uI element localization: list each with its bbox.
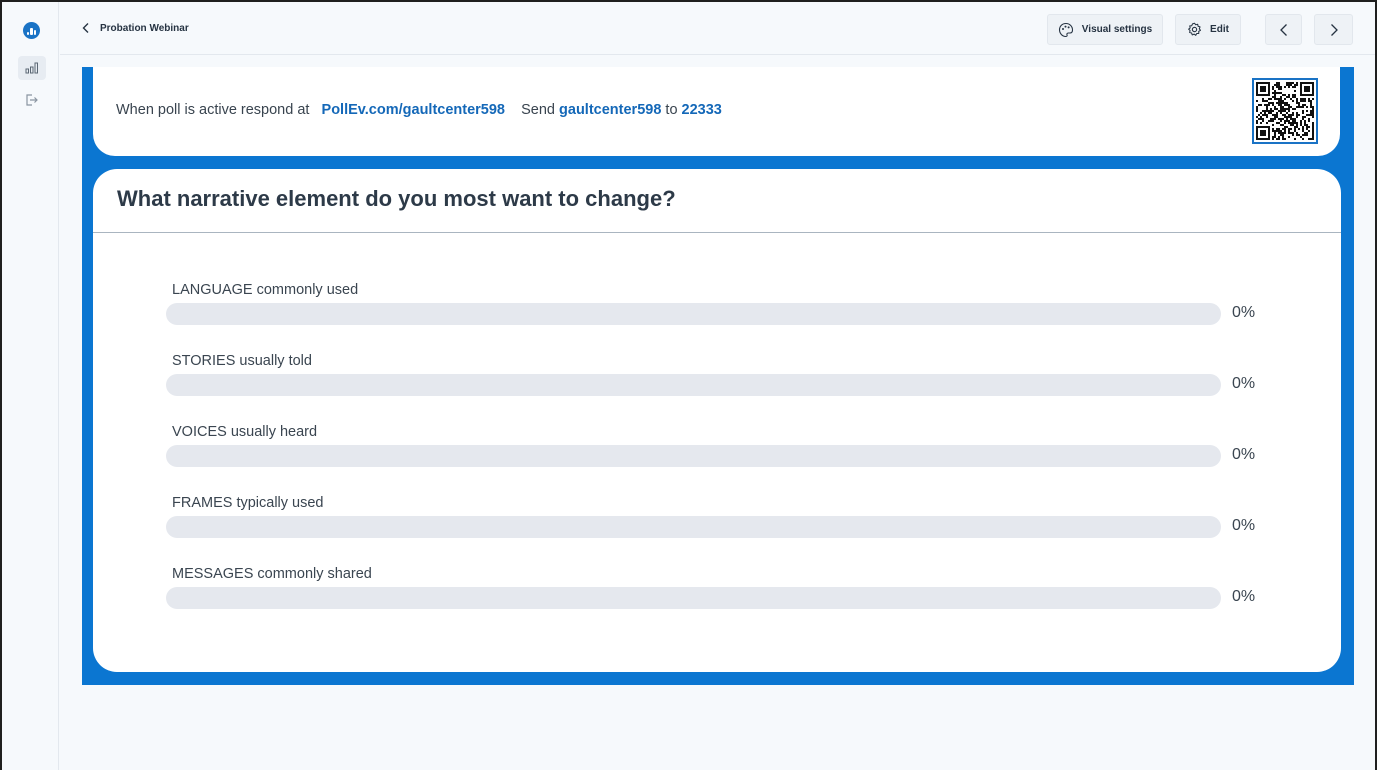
qr-code-icon[interactable] (1252, 78, 1318, 144)
text-number: 22333 (681, 102, 722, 118)
palette-icon (1058, 22, 1073, 37)
option-bar-track (166, 516, 1221, 538)
instructions-text: When poll is active respond at PollEv.co… (116, 102, 722, 118)
option-percent: 0% (1232, 375, 1256, 392)
option-percent: 0% (1232, 588, 1256, 605)
bar-chart-icon[interactable] (18, 56, 46, 80)
chevron-left-icon (82, 23, 89, 33)
visual-settings-label: Visual settings (1081, 24, 1153, 35)
edit-label: Edit (1210, 24, 1229, 35)
option-label: MESSAGES commonly shared (172, 566, 372, 582)
back-button[interactable]: Probation Webinar (82, 18, 189, 38)
next-button[interactable] (1314, 14, 1353, 45)
poll-option: MESSAGES commonly shared 0% (166, 566, 1326, 616)
text-keyword: gaultcenter598 (559, 102, 662, 118)
response-instructions: When poll is active respond at PollEv.co… (93, 67, 1340, 156)
option-label: STORIES usually told (172, 353, 312, 369)
presentation-title: Probation Webinar (100, 22, 189, 34)
option-label: LANGUAGE commonly used (172, 282, 359, 298)
chevron-left-icon (1279, 23, 1287, 36)
edit-button[interactable]: Edit (1175, 14, 1241, 45)
divider (93, 232, 1341, 233)
option-percent: 0% (1232, 446, 1256, 463)
gear-icon (1188, 22, 1202, 36)
top-bar: Probation Webinar Visual settings Edit (60, 2, 1375, 55)
option-label: VOICES usually heard (172, 424, 318, 440)
polleverywhere-logo-icon[interactable] (23, 22, 40, 39)
sidebar (2, 2, 59, 770)
instructions-prefix: When poll is active respond at (116, 102, 310, 118)
send-word: Send (521, 102, 555, 118)
poll-card: What narrative element do you most want … (93, 169, 1341, 672)
poll-option: VOICES usually heard 0% (166, 424, 1326, 474)
chevron-right-icon (1330, 23, 1338, 36)
option-percent: 0% (1232, 517, 1256, 534)
visual-settings-button[interactable]: Visual settings (1047, 14, 1163, 45)
poll-question: What narrative element do you most want … (117, 186, 676, 211)
option-bar-track (166, 587, 1221, 609)
to-word: to (665, 102, 678, 118)
option-bar-track (166, 445, 1221, 467)
exit-icon[interactable] (18, 88, 46, 112)
poll-option: STORIES usually told 0% (166, 353, 1326, 403)
option-label: FRAMES typically used (172, 495, 324, 511)
option-percent: 0% (1232, 304, 1256, 321)
option-bar-track (166, 374, 1221, 396)
poll-option: FRAMES typically used 0% (166, 495, 1326, 545)
response-url-link[interactable]: PollEv.com/gaultcenter598 (322, 102, 505, 118)
previous-button[interactable] (1265, 14, 1302, 45)
poll-option: LANGUAGE commonly used 0% (166, 282, 1326, 332)
option-bar-track (166, 303, 1221, 325)
